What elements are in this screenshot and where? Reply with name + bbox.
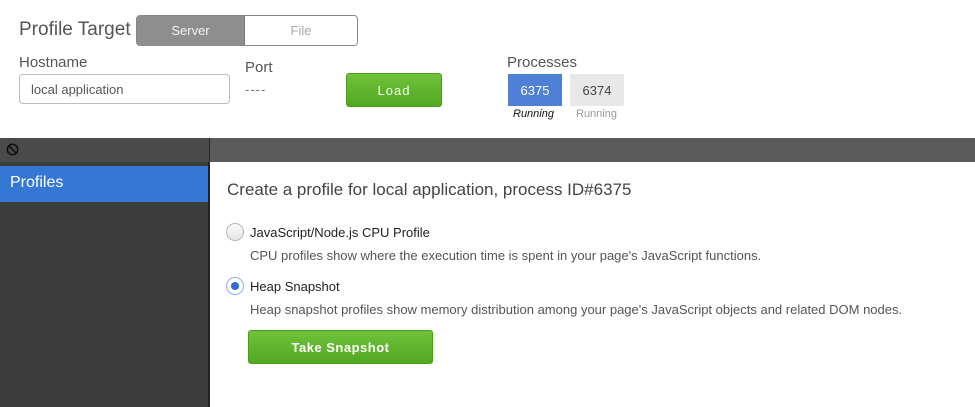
process-6375-status: Running (513, 108, 554, 120)
target-server-button[interactable]: Server (137, 16, 245, 45)
sidebar: Profiles (0, 162, 210, 407)
hostname-label: Hostname (19, 54, 88, 71)
cpu-profile-option[interactable]: JavaScript/Node.js CPU Profile CPU profi… (226, 223, 946, 263)
port-value: ---- (245, 82, 267, 97)
heap-snapshot-radio[interactable] (226, 277, 244, 295)
load-button[interactable]: Load (346, 73, 442, 107)
take-snapshot-button[interactable]: Take Snapshot (248, 330, 433, 364)
process-6374-button[interactable]: 6374 (570, 74, 624, 106)
sidebar-toolbar (0, 138, 210, 162)
processes-label: Processes (507, 54, 578, 71)
profiles-toolbar (0, 138, 975, 162)
cpu-profile-description: CPU profiles show where the execution ti… (250, 248, 762, 263)
profile-target-toggle: Server File (136, 15, 358, 46)
process-6375-button[interactable]: 6375 (508, 74, 562, 106)
port-label: Port (245, 59, 273, 76)
circle-slash-icon[interactable] (6, 143, 19, 156)
cpu-profile-label: JavaScript/Node.js CPU Profile (250, 225, 430, 240)
heap-snapshot-label: Heap Snapshot (250, 279, 340, 294)
hostname-input[interactable] (19, 74, 230, 104)
main-panel: Create a profile for local application, … (212, 162, 975, 407)
sidebar-item-profiles[interactable]: Profiles (0, 166, 208, 202)
target-file-button[interactable]: File (245, 16, 357, 45)
profile-target-panel: Profile Target Server File Hostname Port… (0, 0, 975, 138)
process-6374-status: Running (576, 108, 617, 120)
profile-target-label: Profile Target (19, 19, 131, 40)
heap-snapshot-option[interactable]: Heap Snapshot Heap snapshot profiles sho… (226, 277, 971, 317)
page-title: Create a profile for local application, … (227, 180, 632, 199)
heap-snapshot-description: Heap snapshot profiles show memory distr… (250, 302, 903, 317)
cpu-profile-radio[interactable] (226, 223, 244, 241)
